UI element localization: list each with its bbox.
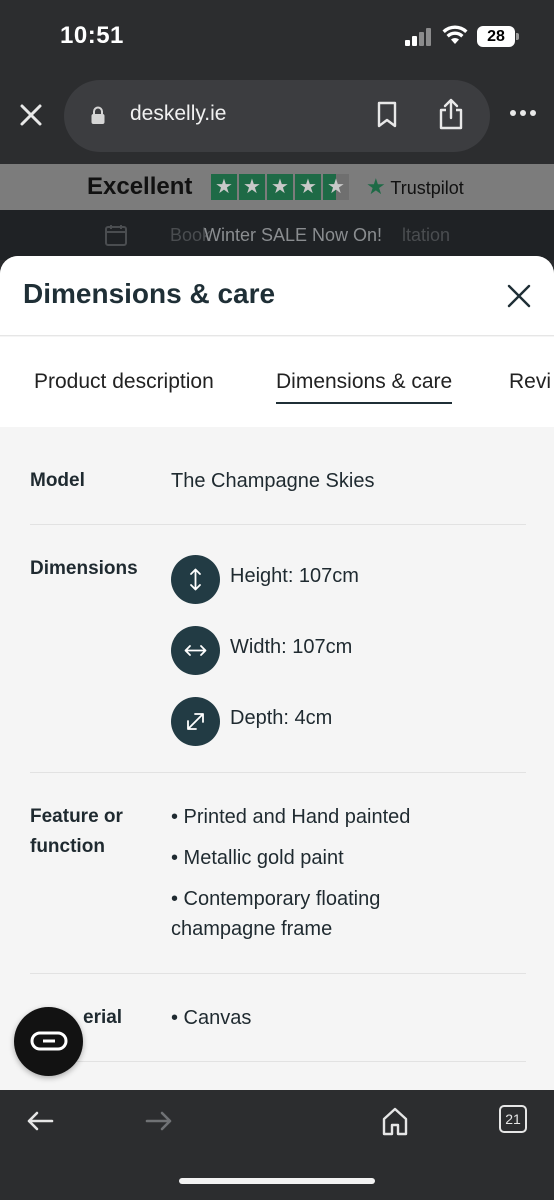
star-icon: ★ [295,174,321,200]
promo-banner: Book Winter SALE Now On! ltation [0,210,554,260]
dimensions-sheet: Dimensions & care Product description Di… [0,256,554,1090]
bookmark-icon[interactable] [376,101,398,129]
close-icon[interactable] [506,283,532,309]
height-text: Height: 107cm [230,565,359,587]
feature-label: Feature or function [30,806,123,857]
more-menu-icon[interactable] [510,110,536,118]
trustpilot-brand: Trustpilot [390,178,464,198]
star-icon: ★ [211,174,237,200]
star-half-icon: ★ [323,174,349,200]
depth-arrows-icon [171,697,220,746]
model-label: Model [30,470,85,491]
home-indicator [179,1178,375,1184]
star-icon: ★ [239,174,265,200]
model-value: The Champagne Skies [171,470,375,492]
chat-link-icon [30,1031,68,1051]
sheet-title: Dimensions & care [23,278,276,309]
dimension-height: Height: 107cm [171,555,511,605]
wifi-icon [442,25,468,44]
dimension-depth: Depth: 4cm [171,697,511,747]
feature-item: • Metallic gold paint [171,847,344,869]
tabs-count-button[interactable]: 21 [499,1105,527,1133]
browser-bar: deskelly.ie [0,70,554,164]
trustpilot-star-icon: ★ [366,174,386,199]
trustpilot-banner: Excellent ★ ★ ★ ★ ★ ★ Trustpilot [0,164,554,210]
feature-item: • Printed and Hand painted [171,806,411,828]
tab-reviews[interactable]: Revi [509,370,551,402]
material-item: • Canvas [171,1007,252,1029]
back-arrow-icon[interactable] [26,1110,54,1132]
tab-product-description[interactable]: Product description [34,370,214,402]
tab-bar: Product description Dimensions & care Re… [0,337,554,427]
trustpilot-logo: ★ Trustpilot [366,174,464,200]
feature-row: Feature or function • Printed and Hand p… [30,773,526,974]
calendar-icon [105,225,127,246]
forward-arrow-icon[interactable] [145,1110,173,1132]
feature-item: • Contemporary floating champagne frame [171,888,381,940]
share-icon[interactable] [438,98,464,130]
browser-toolbar: 21 [0,1090,554,1200]
promo-text[interactable]: Winter SALE Now On! [204,225,382,246]
dimensions-row: Dimensions Height: 107cm Width: 107cm De… [30,525,526,773]
battery-indicator: 28 [477,26,519,47]
dimensions-label: Dimensions [30,558,138,579]
home-icon[interactable] [381,1106,409,1136]
status-time: 10:51 [60,22,124,49]
address-bar[interactable]: deskelly.ie [64,80,490,152]
status-bar: 10:51 28 [0,0,554,70]
trust-stars: ★ ★ ★ ★ ★ [211,174,349,200]
material-row: erial • Canvas [30,974,526,1062]
model-row: Model The Champagne Skies [30,427,526,525]
depth-text: Depth: 4cm [230,707,333,729]
width-text: Width: 107cm [230,636,353,658]
promo-ghost-text-2: ltation [402,225,451,245]
width-arrows-icon [171,626,220,675]
star-icon: ★ [267,174,293,200]
tab-dimensions-care[interactable]: Dimensions & care [276,370,453,404]
dimension-width: Width: 107cm [171,626,511,676]
close-icon[interactable] [18,102,44,128]
lock-icon [91,106,105,124]
url-text: deskelly.ie [130,102,227,125]
height-arrows-icon [171,555,220,604]
trust-rating-text: Excellent [87,173,193,200]
chat-button[interactable] [14,1007,83,1076]
cellular-signal-icon [405,28,433,46]
sheet-header: Dimensions & care [0,256,554,336]
